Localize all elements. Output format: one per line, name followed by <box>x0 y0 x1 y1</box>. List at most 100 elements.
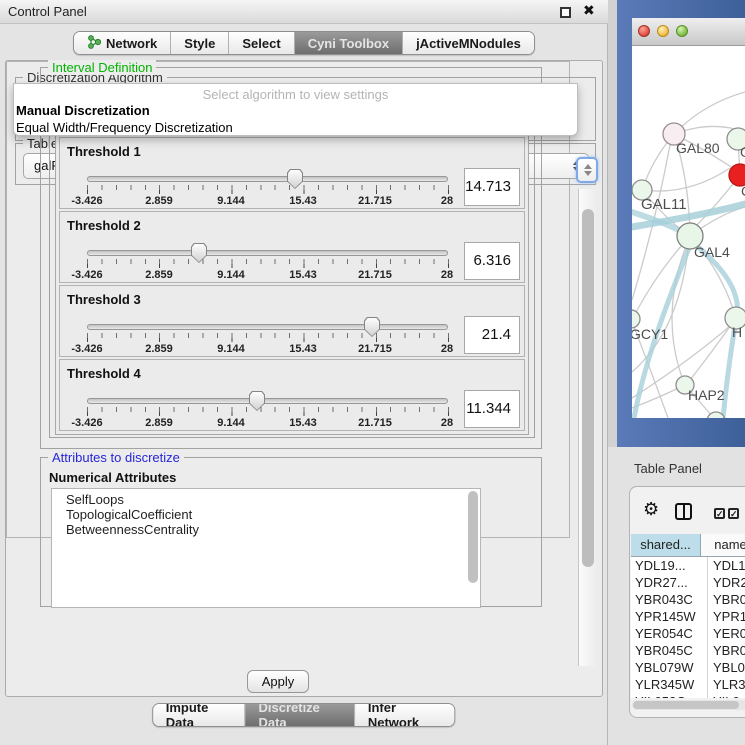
tick-label: 9.144 <box>201 343 261 355</box>
list-item[interactable]: SelfLoops <box>66 492 480 507</box>
cell-name[interactable]: YDL1 <box>708 557 745 574</box>
bottom-tab-bar: Impute Data Discretize Data Infer Networ… <box>152 703 456 727</box>
tab-cyni-toolbox-label: Cyni Toolbox <box>308 36 389 51</box>
popup-item-manual-discretization[interactable]: Manual Discretization <box>16 103 150 118</box>
combo-stepper-icon <box>584 164 592 176</box>
table-panel-title: Table Panel <box>634 461 702 476</box>
threshold-3-label: Threshold 3 <box>67 292 141 307</box>
cell-name[interactable]: YLR3 <box>708 676 745 693</box>
minimize-traffic-light[interactable] <box>657 25 669 37</box>
tab-cyni-toolbox[interactable]: Cyni Toolbox <box>295 32 403 54</box>
checkbox-icon[interactable]: ✓ <box>714 508 725 519</box>
tab-discretize-data[interactable]: Discretize Data <box>245 704 354 726</box>
table-hscrollbar-thumb[interactable] <box>633 701 739 709</box>
table-row[interactable]: YBL079WYBL0 <box>631 659 745 676</box>
table-row[interactable]: YLR345WYLR3 <box>631 676 745 693</box>
network-window-frame: GAL80 GA C GAL11 GAL4 GCY1 H HAP2 <box>617 0 745 447</box>
cell-shared[interactable]: YER054C <box>631 625 708 642</box>
cell-name[interactable]: YBL0 <box>708 659 745 676</box>
node-table: shared... name YDL19...YDL1 YDR27...YDR2… <box>631 534 745 698</box>
tick-label: 9.144 <box>201 417 261 429</box>
tick-label: 2.859 <box>129 343 189 355</box>
main-scrollbar-track[interactable] <box>578 189 597 666</box>
numerical-attributes-label: Numerical Attributes <box>49 470 176 485</box>
node-label-gal80: GAL80 <box>676 140 720 156</box>
split-columns-icon[interactable] <box>675 503 692 520</box>
threshold-3-slider-thumb[interactable] <box>364 317 380 337</box>
checkbox-icon[interactable]: ✓ <box>728 508 739 519</box>
tab-style-label: Style <box>184 36 215 51</box>
cyni-toolbox-content: Discretization Algorithm Table Data galF… <box>5 60 603 697</box>
tick-label: 2.859 <box>129 195 189 207</box>
table-row[interactable]: YDL19...YDL1 <box>631 557 745 574</box>
threshold-1-slider-thumb[interactable] <box>287 169 303 189</box>
table-header-row: shared... name <box>631 534 745 557</box>
threshold-2-slider-track[interactable] <box>87 250 448 256</box>
node-label-h: H <box>732 324 742 340</box>
tab-jactivemnodules-label: jActiveMNodules <box>416 36 521 51</box>
cell-shared[interactable]: YLR345W <box>631 676 708 693</box>
column-header-shared-name[interactable]: shared... <box>631 534 701 556</box>
algorithm-combo-stepper[interactable] <box>576 157 598 183</box>
table-row[interactable]: YBR045CYBR0 <box>631 642 745 659</box>
cell-name[interactable]: YIL0 <box>708 693 745 698</box>
network-window-titlebar[interactable] <box>632 18 745 46</box>
cell-shared[interactable]: YBL079W <box>631 659 708 676</box>
threshold-3-value-field[interactable]: 21.4 <box>464 316 520 354</box>
close-icon[interactable]: ✖ <box>583 3 595 19</box>
column-header-name[interactable]: name <box>701 534 745 556</box>
cell-name[interactable]: YDR2 <box>708 574 745 591</box>
cell-name[interactable]: YPR1 <box>708 608 745 625</box>
close-traffic-light[interactable] <box>638 25 650 37</box>
tab-style[interactable]: Style <box>171 32 229 54</box>
cell-shared[interactable]: YIL052C <box>631 693 708 698</box>
table-row[interactable]: YER054CYER0 <box>631 625 745 642</box>
list-item[interactable]: BetweennessCentrality <box>66 522 480 537</box>
table-row[interactable]: YDR27...YDR2 <box>631 574 745 591</box>
cell-name[interactable]: YBR0 <box>708 591 745 608</box>
threshold-3-slider-track[interactable] <box>87 324 448 330</box>
interval-definition-title: Interval Definition <box>48 61 156 75</box>
list-scrollbar[interactable] <box>468 491 478 538</box>
threshold-4-slider-thumb[interactable] <box>249 391 265 411</box>
threshold-4-label: Threshold 4 <box>67 366 141 381</box>
threshold-4-value-field[interactable]: 11.344 <box>464 390 520 428</box>
threshold-2-slider-thumb[interactable] <box>191 243 207 263</box>
table-row[interactable]: YPR145WYPR1 <box>631 608 745 625</box>
tab-impute-data[interactable]: Impute Data <box>153 704 246 726</box>
network-canvas[interactable]: GAL80 GA C GAL11 GAL4 GCY1 H HAP2 <box>632 46 745 418</box>
tick-label: 21.715 <box>345 343 405 355</box>
apply-button[interactable]: Apply <box>247 670 309 693</box>
popup-item-equal-width-frequency[interactable]: Equal Width/Frequency Discretization <box>16 120 233 135</box>
list-item[interactable]: TopologicalCoefficient <box>66 507 480 522</box>
numerical-attributes-list: SelfLoops TopologicalCoefficient Between… <box>51 488 481 538</box>
threshold-2-value-field[interactable]: 6.316 <box>464 242 520 280</box>
table-hscrollbar-track[interactable] <box>632 700 745 710</box>
float-window-icon[interactable] <box>560 7 571 18</box>
threshold-4-slider-track[interactable] <box>87 398 448 404</box>
gear-icon[interactable]: ⚙ <box>643 501 659 519</box>
window-title: Control Panel <box>8 0 87 24</box>
tab-network[interactable]: Network <box>74 32 171 54</box>
tab-discretize-data-label: Discretize Data <box>258 703 340 727</box>
tab-infer-network[interactable]: Infer Network <box>355 704 454 726</box>
cell-name[interactable]: YER0 <box>708 625 745 642</box>
cell-shared[interactable]: YBR045C <box>631 642 708 659</box>
cell-shared[interactable]: YBR043C <box>631 591 708 608</box>
cell-shared[interactable]: YDL19... <box>631 557 708 574</box>
threshold-1-value-field[interactable]: 14.713 <box>464 168 520 206</box>
zoom-traffic-light[interactable] <box>676 25 688 37</box>
tab-select-label: Select <box>242 36 280 51</box>
cell-shared[interactable]: YDR27... <box>631 574 708 591</box>
main-scrollbar-thumb[interactable] <box>582 209 594 567</box>
cell-name[interactable]: YBR0 <box>708 642 745 659</box>
slider-ticks <box>87 259 450 268</box>
algorithm-prompt: Select algorithm to view settings <box>14 87 577 102</box>
cell-shared[interactable]: YPR145W <box>631 608 708 625</box>
table-row[interactable]: YBR043CYBR0 <box>631 591 745 608</box>
tab-jactivemnodules[interactable]: jActiveMNodules <box>403 32 534 54</box>
table-row[interactable]: YIL052CYIL0 <box>631 693 745 698</box>
tick-label: 2.859 <box>129 417 189 429</box>
threshold-1-slider-track[interactable] <box>87 176 448 182</box>
tab-select[interactable]: Select <box>229 32 294 54</box>
